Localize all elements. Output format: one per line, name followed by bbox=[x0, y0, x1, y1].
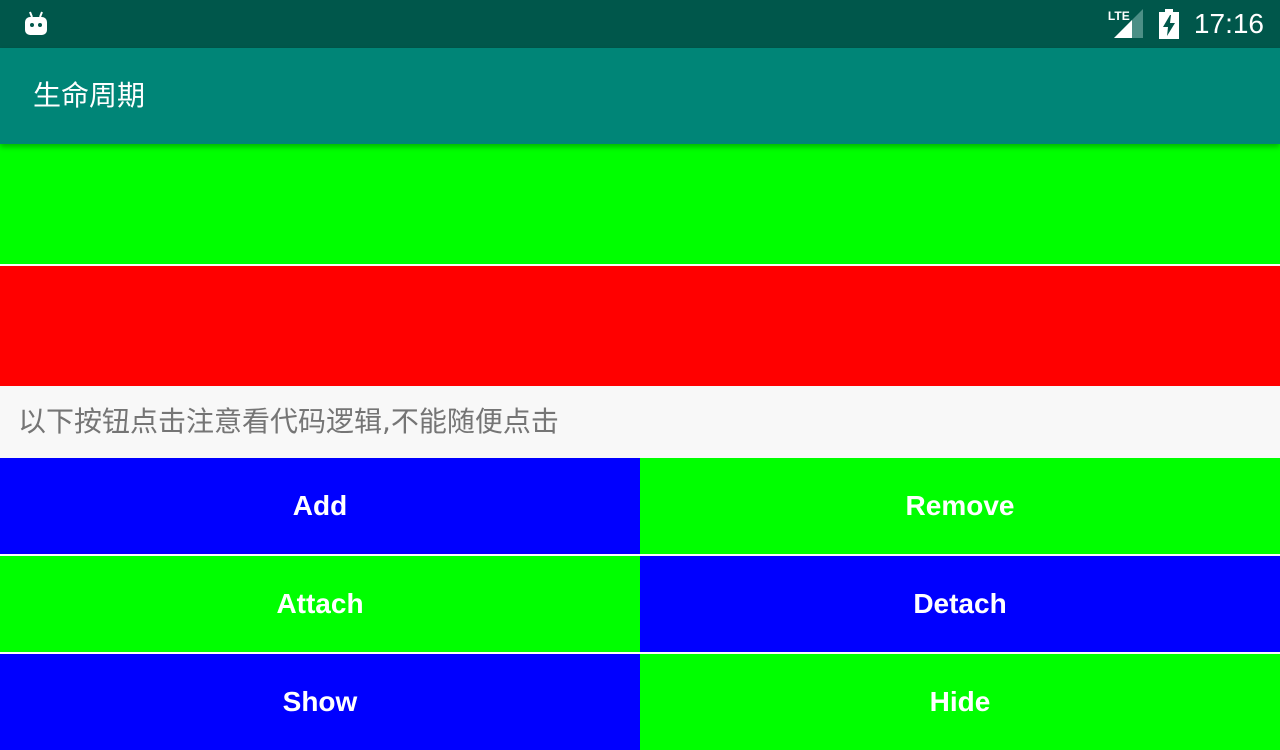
remove-button[interactable]: Remove bbox=[640, 458, 1280, 554]
android-robot-icon bbox=[25, 11, 47, 35]
battery-charging-icon bbox=[1158, 9, 1179, 39]
notice-text: 以下按钮点击注意看代码逻辑,不能随便点击 bbox=[18, 405, 559, 438]
status-bar: LTE 17:16 bbox=[0, 0, 1280, 48]
hide-button[interactable]: Hide bbox=[640, 654, 1280, 750]
red-fragment-container bbox=[0, 266, 1280, 386]
app-bar: 生命周期 bbox=[0, 48, 1280, 144]
detach-button[interactable]: Detach bbox=[640, 556, 1280, 652]
status-icons: LTE 17:16 bbox=[1108, 0, 1264, 48]
status-time: 17:16 bbox=[1193, 8, 1264, 39]
add-button[interactable]: Add bbox=[0, 458, 640, 554]
page-title: 生命周期 bbox=[33, 79, 146, 112]
show-button[interactable]: Show bbox=[0, 654, 640, 750]
attach-button[interactable]: Attach bbox=[0, 556, 640, 652]
notice-banner: 以下按钮点击注意看代码逻辑,不能随便点击 bbox=[0, 386, 1280, 458]
cell-signal-icon: LTE bbox=[1108, 9, 1144, 39]
green-fragment-container bbox=[0, 144, 1280, 264]
